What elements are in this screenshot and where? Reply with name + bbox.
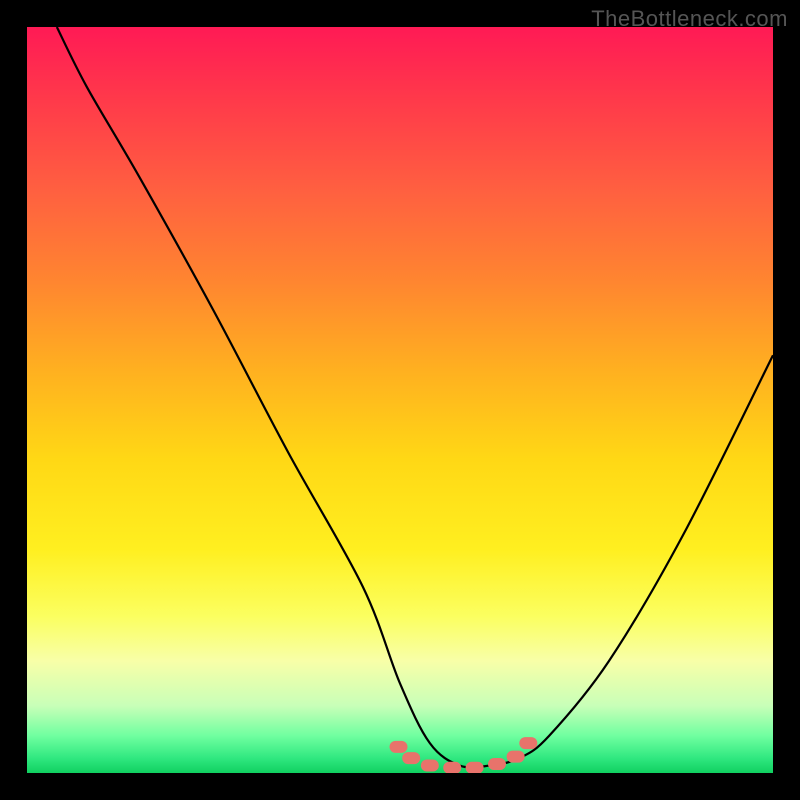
bottleneck-curve <box>57 27 773 768</box>
marker-dot <box>390 741 408 753</box>
watermark-text: TheBottleneck.com <box>591 6 788 32</box>
marker-dot <box>507 751 525 763</box>
marker-dot <box>519 737 537 749</box>
curve-group <box>57 27 773 768</box>
marker-dot <box>443 762 461 773</box>
plot-area <box>27 27 773 773</box>
chart-container: TheBottleneck.com <box>0 0 800 800</box>
marker-dot <box>488 758 506 770</box>
marker-dot <box>402 752 420 764</box>
bottleneck-curve-svg <box>27 27 773 773</box>
marker-dot <box>421 760 439 772</box>
marker-dot <box>466 762 484 773</box>
